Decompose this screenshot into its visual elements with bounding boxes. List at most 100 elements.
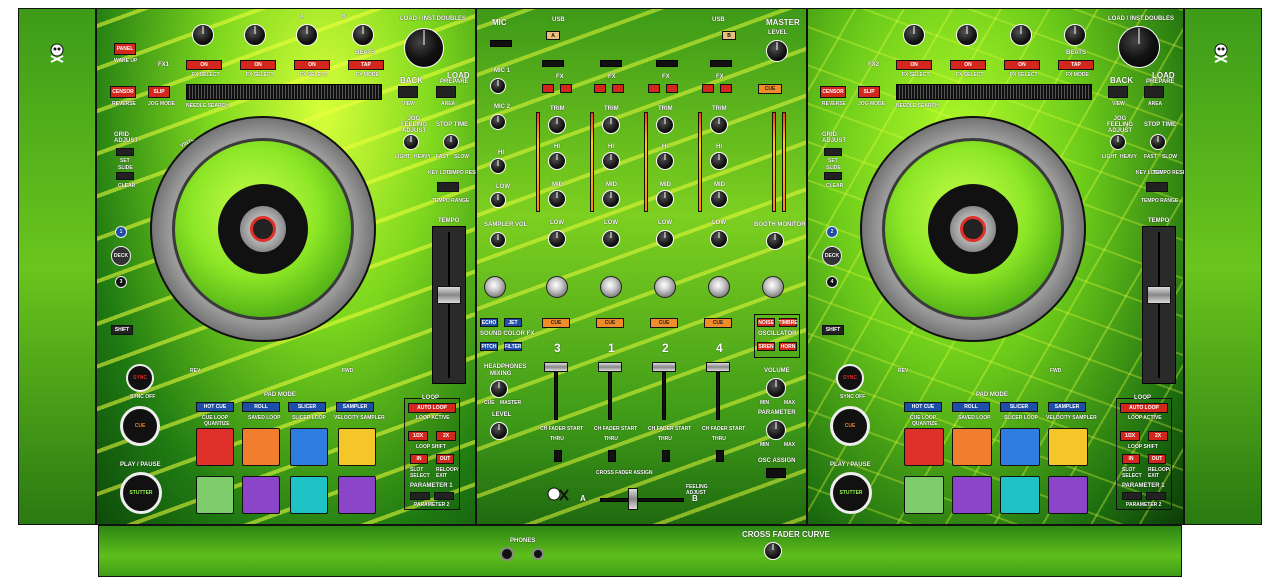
loop-double-button[interactable]: 2X <box>436 431 456 441</box>
right-pad-8[interactable] <box>1048 476 1088 514</box>
ch1-cue-button[interactable]: CUE <box>596 318 624 328</box>
input-switch-3[interactable] <box>656 60 678 67</box>
fx1-knob-1[interactable] <box>192 24 214 46</box>
ch1-fx1-button[interactable] <box>542 84 554 93</box>
booth-monitor-knob[interactable] <box>766 232 784 250</box>
fx2-on-button-3[interactable]: ON <box>1004 60 1040 70</box>
parameter-minus-button[interactable] <box>410 492 430 500</box>
osc-assign-switch[interactable] <box>766 468 786 478</box>
ch1-low-knob[interactable] <box>548 230 566 248</box>
needle-search-strip-right[interactable] <box>896 84 1092 100</box>
master-level-knob[interactable] <box>766 40 788 62</box>
input-switch-2[interactable] <box>600 60 622 67</box>
fx1-tap-button[interactable]: TAP <box>348 60 384 70</box>
fx2-knob-2[interactable] <box>956 24 978 46</box>
right-pad-7[interactable] <box>1000 476 1040 514</box>
loop-in-button-right[interactable]: IN <box>1122 454 1140 464</box>
noise-button[interactable]: NOISE <box>757 318 775 327</box>
sync-button-right[interactable]: SYNC <box>836 364 864 392</box>
fx2-knob-1[interactable] <box>903 24 925 46</box>
stop-time-knob-right[interactable] <box>1150 134 1166 150</box>
deck-select-button[interactable]: DECK <box>111 246 131 266</box>
horn-button[interactable]: HORN <box>779 342 797 351</box>
right-pad-3[interactable] <box>1000 428 1040 466</box>
back-button-right[interactable] <box>1108 86 1128 98</box>
hot-cue-button-right[interactable]: HOT CUE <box>904 402 942 412</box>
sampler-vol-knob[interactable] <box>490 232 506 248</box>
ch3-trim-knob[interactable] <box>656 116 674 134</box>
pitch-button[interactable]: PITCH <box>480 342 498 351</box>
back-button[interactable] <box>398 86 418 98</box>
ch4-low-knob[interactable] <box>710 230 728 248</box>
ch4-cue-button[interactable]: CUE <box>704 318 732 328</box>
ch4-fx1-button[interactable] <box>702 84 714 93</box>
ch2-filter-knob[interactable] <box>600 276 622 298</box>
fx1-beats-knob[interactable] <box>352 24 374 46</box>
key-lock-button[interactable] <box>437 182 459 192</box>
osc-parameter-knob[interactable] <box>766 420 786 440</box>
roll-button-right[interactable]: ROLL <box>952 402 990 412</box>
ch3-fader-track[interactable] <box>554 364 558 420</box>
shift-button-right[interactable]: SHIFT <box>822 325 844 335</box>
ch2-fx2-button[interactable] <box>612 84 624 93</box>
timbre-button[interactable]: TIMBRE <box>778 318 798 327</box>
ch4-mid-knob[interactable] <box>710 190 728 208</box>
ch1-fader-track[interactable] <box>608 364 612 420</box>
siren-button[interactable]: SIREN <box>757 342 775 351</box>
auto-loop-button[interactable]: AUTO LOOP <box>408 403 456 413</box>
ch2-fx1-button[interactable] <box>594 84 606 93</box>
reverse-button-right[interactable]: CENSOR <box>820 86 846 98</box>
master-color-knob[interactable] <box>762 276 784 298</box>
ch2-cue-button[interactable]: CUE <box>650 318 678 328</box>
grid-slide-button[interactable] <box>116 172 134 180</box>
sampler-button-right[interactable]: SAMPLER <box>1048 402 1086 412</box>
grid-set-button[interactable] <box>116 148 134 156</box>
ch4-fader-track[interactable] <box>716 364 720 420</box>
usb-b-button[interactable]: B <box>722 31 736 40</box>
right-pad-2[interactable] <box>952 428 992 466</box>
shift-button[interactable]: SHIFT <box>111 325 133 335</box>
parameter-minus-button-right[interactable] <box>1122 492 1142 500</box>
fx2-beats-knob[interactable] <box>1064 24 1086 46</box>
cross-fader-curve-knob[interactable] <box>764 542 782 560</box>
reverse-button[interactable]: CENSOR <box>110 86 136 98</box>
tempo-fader-cap[interactable] <box>437 286 461 304</box>
load-prepare-button-right[interactable] <box>1144 86 1164 98</box>
ch1-assign-switch[interactable] <box>608 450 616 462</box>
key-lock-button-right[interactable] <box>1146 182 1168 192</box>
ch2-assign-switch[interactable] <box>662 450 670 462</box>
ch3-hi-knob[interactable] <box>656 152 674 170</box>
filter-button[interactable]: FILTER <box>504 342 522 351</box>
loop-half-button-right[interactable]: 1/2X <box>1120 431 1140 441</box>
fx1-knob-2[interactable] <box>244 24 266 46</box>
slip-button-right[interactable]: SLIP <box>858 86 880 98</box>
crossfader-cap[interactable] <box>628 488 638 510</box>
ch2-hi-knob[interactable] <box>602 152 620 170</box>
slicer-button[interactable]: SLICER <box>288 402 326 412</box>
loop-out-button[interactable]: OUT <box>436 454 454 464</box>
usb-a-button[interactable]: A <box>546 31 560 40</box>
loop-double-button-right[interactable]: 2X <box>1148 431 1168 441</box>
sampler-button[interactable]: SAMPLER <box>336 402 374 412</box>
cue-button-right[interactable]: CUE <box>830 406 870 446</box>
ch3-mid-knob[interactable] <box>656 190 674 208</box>
sync-button[interactable]: SYNC <box>126 364 154 392</box>
fx1-knob-3[interactable] <box>296 24 318 46</box>
left-pad-7[interactable] <box>290 476 328 514</box>
phones-jack-large[interactable] <box>500 547 514 561</box>
right-pad-5[interactable] <box>904 476 944 514</box>
ch3-filter-knob[interactable] <box>654 276 676 298</box>
stop-time-knob[interactable] <box>443 134 459 150</box>
browse-load-knob-right[interactable] <box>1118 26 1160 68</box>
ch3-assign-switch[interactable] <box>554 450 562 462</box>
fx2-on-button-2[interactable]: ON <box>950 60 986 70</box>
ch1-fader-cap[interactable] <box>598 362 622 372</box>
ch4-fader-cap[interactable] <box>706 362 730 372</box>
grid-slide-button-right[interactable] <box>824 172 842 180</box>
right-pad-6[interactable] <box>952 476 992 514</box>
loop-out-button-right[interactable]: OUT <box>1148 454 1166 464</box>
ch1-trim-knob[interactable] <box>548 116 566 134</box>
ch3-cue-button[interactable]: CUE <box>542 318 570 328</box>
ch2-low-knob[interactable] <box>602 230 620 248</box>
left-pad-3[interactable] <box>290 428 328 466</box>
